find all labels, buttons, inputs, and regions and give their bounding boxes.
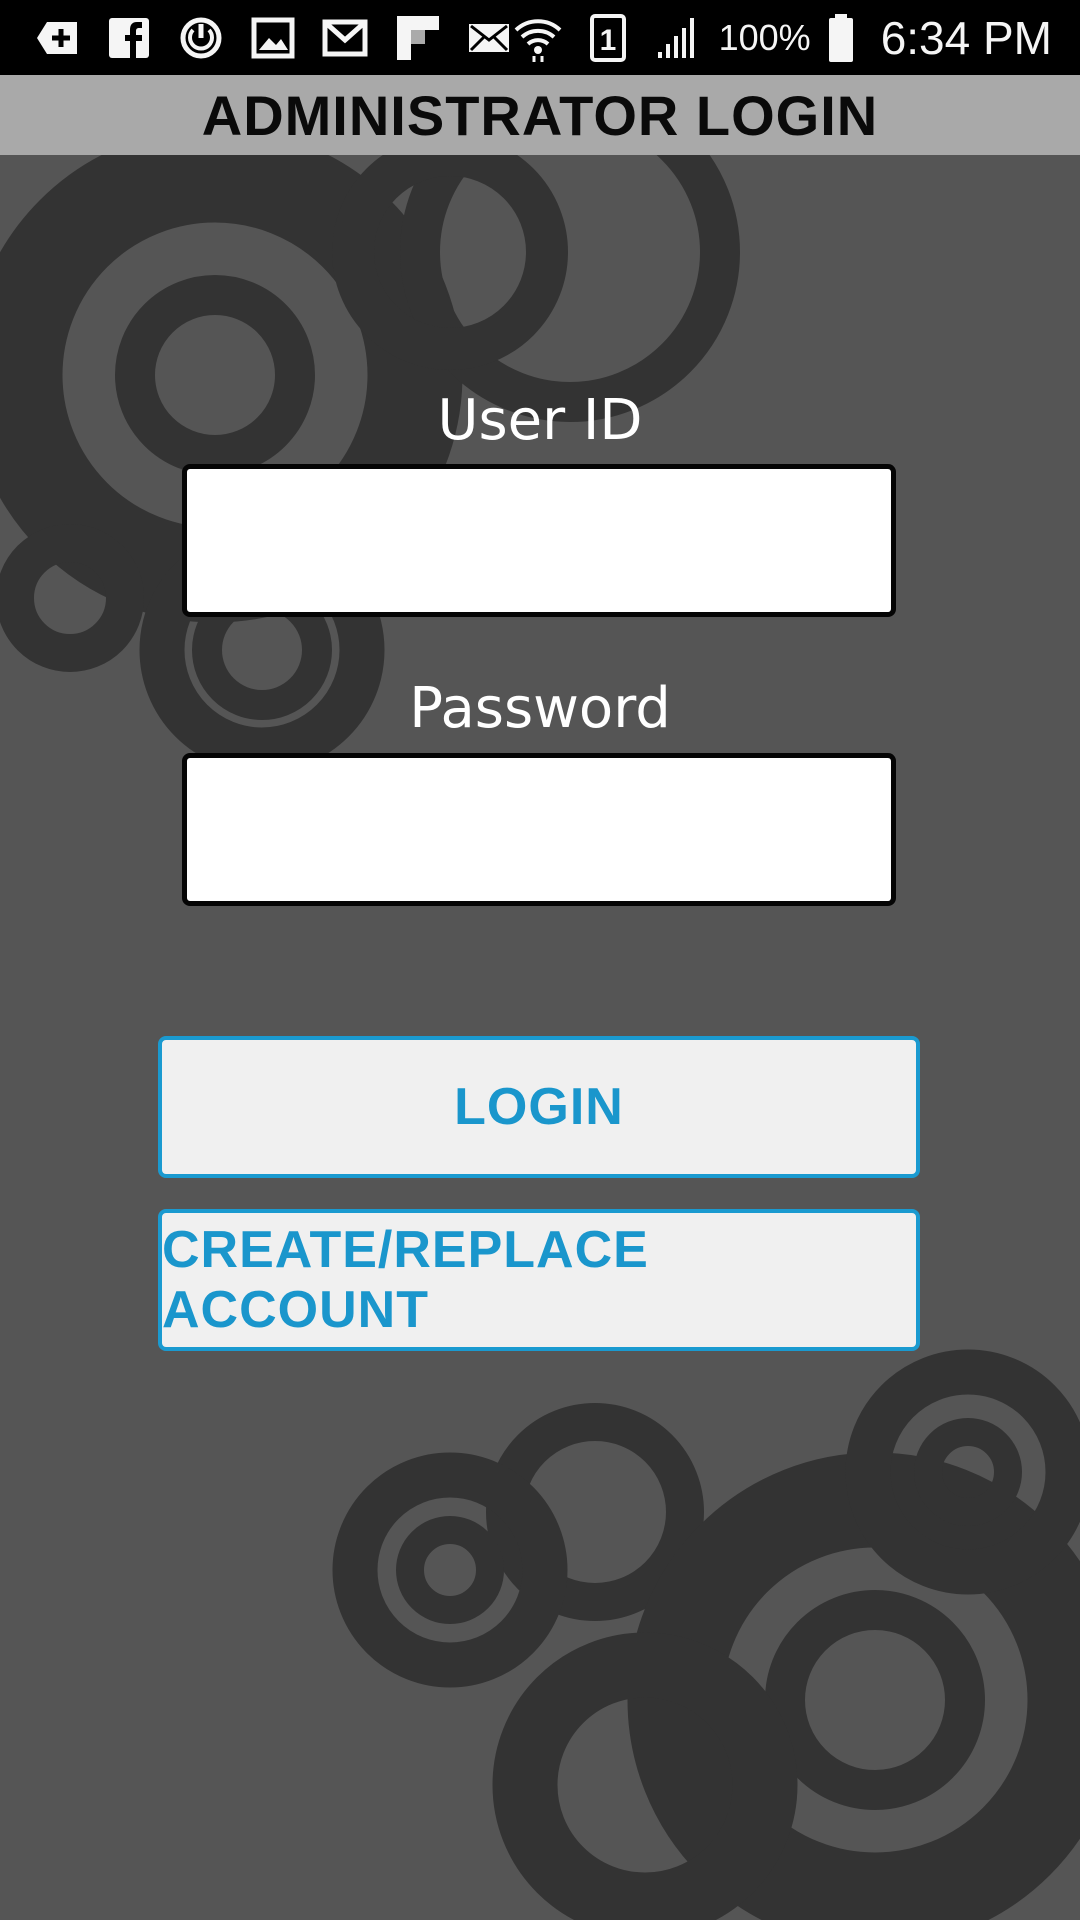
status-bar-system: 1 100% 6:34 PM — [509, 0, 1052, 75]
login-screen: 1 100% 6:34 PM ADMINISTRATOR LOGIN User … — [0, 0, 1080, 1920]
user-id-input[interactable] — [182, 464, 896, 617]
sim-number: 1 — [599, 24, 616, 57]
signal-icon — [649, 9, 707, 67]
status-bar-notifications — [28, 0, 518, 75]
facebook-icon — [100, 9, 158, 67]
page-title: ADMINISTRATOR LOGIN — [201, 83, 879, 147]
login-button[interactable]: LOGIN — [158, 1036, 920, 1178]
flipboard-icon — [388, 9, 446, 67]
battery-percentage: 100% — [718, 16, 811, 58]
sim-1-icon: 1 — [579, 9, 637, 67]
battery-icon — [823, 9, 859, 67]
status-bar-clock: 6:34 PM — [880, 11, 1052, 64]
status-bar: 1 100% 6:34 PM — [0, 0, 1080, 75]
password-input[interactable] — [182, 753, 896, 906]
gallery-icon — [244, 9, 302, 67]
add-notification-icon — [28, 9, 86, 67]
sync-icon — [172, 9, 230, 67]
title-bar: ADMINISTRATOR LOGIN — [0, 75, 1080, 155]
wifi-icon — [509, 9, 567, 67]
user-id-label: User ID — [437, 388, 643, 453]
password-label: Password — [409, 676, 671, 741]
gmail-icon — [316, 9, 374, 67]
create-replace-account-button[interactable]: CREATE/REPLACE ACCOUNT — [158, 1209, 920, 1351]
